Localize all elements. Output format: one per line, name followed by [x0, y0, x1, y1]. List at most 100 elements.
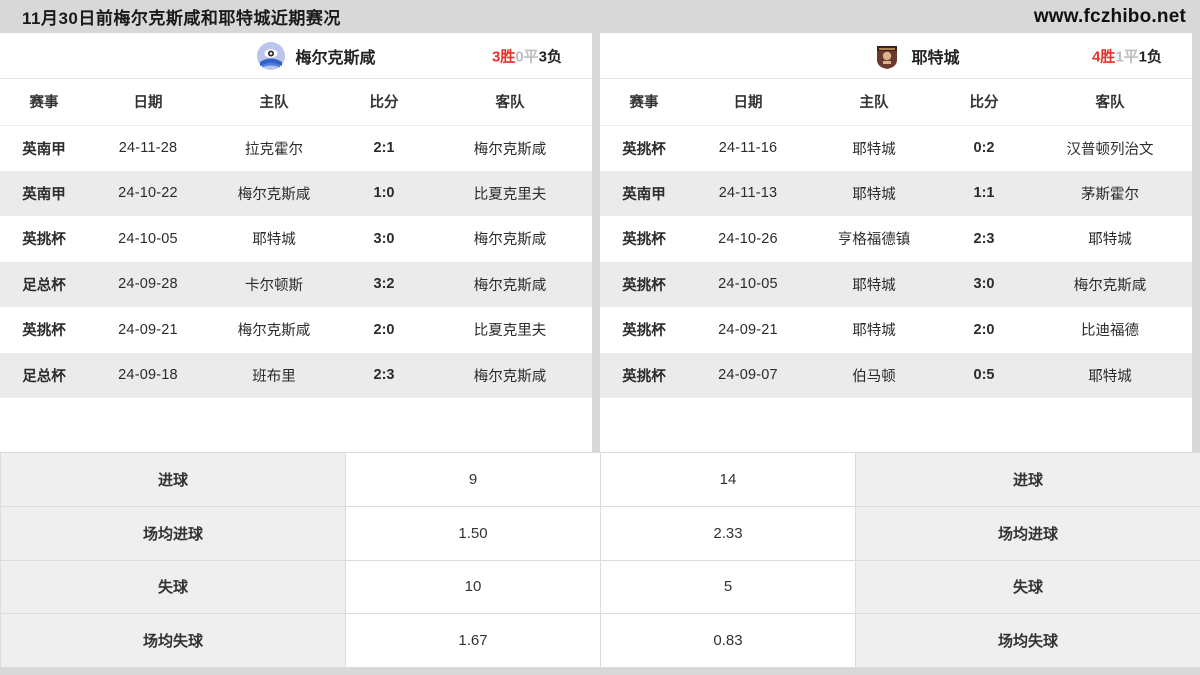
col-header-score: 比分 — [340, 79, 428, 126]
site-watermark: www.fczhibo.net — [1033, 5, 1186, 27]
row-competition: 英南甲 — [600, 170, 688, 216]
row-away-team: 梅尔克斯咸 — [428, 125, 592, 171]
col-header-date: 日期 — [88, 79, 208, 126]
row-home-team: 梅尔克斯咸 — [208, 307, 340, 353]
stats-row: 进球 9 14 进球 — [0, 452, 1200, 507]
table-row[interactable]: 英挑杯 24-11-16 耶特城 0:2 汉普顿列治文 — [600, 125, 1192, 171]
row-away-team: 耶特城 — [1028, 216, 1192, 262]
stat-label-left: 失球 — [0, 559, 346, 615]
left-record-wins: 3胜 — [491, 48, 516, 65]
row-competition: 英挑杯 — [600, 216, 688, 262]
row-date: 24-11-28 — [88, 125, 208, 171]
col-header-home: 主队 — [208, 79, 340, 126]
stat-value-left: 1.67 — [345, 613, 601, 668]
row-competition: 英挑杯 — [600, 352, 688, 398]
row-date: 24-09-21 — [688, 307, 808, 353]
row-away-team: 耶特城 — [1028, 352, 1192, 398]
row-date: 24-10-22 — [88, 170, 208, 216]
right-matches-table: 赛事 日期 主队 比分 客队 英挑杯 24-11-16 耶特城 0:2 汉普顿列… — [600, 79, 1192, 398]
right-matches-body: 英挑杯 24-11-16 耶特城 0:2 汉普顿列治文 英南甲 24-11-13… — [600, 125, 1192, 398]
row-competition: 足总杯 — [0, 261, 88, 307]
row-home-team: 梅尔克斯咸 — [208, 170, 340, 216]
stat-value-right: 2.33 — [600, 505, 856, 561]
col-header-competition: 赛事 — [0, 79, 88, 126]
table-row[interactable]: 英南甲 24-11-28 拉克霍尔 2:1 梅尔克斯咸 — [0, 125, 592, 171]
table-row[interactable]: 英挑杯 24-09-21 耶特城 2:0 比迪福德 — [600, 307, 1192, 353]
right-table-header-row: 赛事 日期 主队 比分 客队 — [600, 79, 1192, 126]
stat-value-right: 14 — [600, 452, 856, 507]
left-team-identity: 梅尔克斯咸 — [216, 41, 376, 71]
table-row[interactable]: 英南甲 24-10-22 梅尔克斯咸 1:0 比夏克里夫 — [0, 170, 592, 216]
row-away-team: 梅尔克斯咸 — [428, 261, 592, 307]
row-home-team: 卡尔顿斯 — [208, 261, 340, 307]
row-away-team: 梅尔克斯咸 — [428, 352, 592, 398]
left-team-header: 梅尔克斯咸 3胜0平3负 — [0, 33, 592, 79]
right-record-losses: 1负 — [1138, 48, 1162, 65]
stat-label-right: 失球 — [855, 559, 1200, 615]
row-home-team: 亨格福德镇 — [808, 216, 940, 262]
row-score: 3:0 — [340, 216, 428, 262]
row-date: 24-09-18 — [88, 352, 208, 398]
page-root: 11月30日前梅尔克斯咸和耶特城近期赛况 www.fczhibo.net 梅尔克… — [0, 0, 1200, 675]
row-competition: 英南甲 — [0, 125, 88, 171]
stats-row: 场均失球 1.67 0.83 场均失球 — [0, 613, 1200, 668]
row-competition: 英南甲 — [0, 170, 88, 216]
stat-value-right: 0.83 — [600, 613, 856, 668]
left-table-header-row: 赛事 日期 主队 比分 客队 — [0, 79, 592, 126]
table-row[interactable]: 英挑杯 24-10-05 耶特城 3:0 梅尔克斯咸 — [0, 216, 592, 262]
row-score: 3:0 — [940, 261, 1028, 307]
stat-label-right: 进球 — [855, 452, 1200, 507]
col-header-away: 客队 — [428, 79, 592, 126]
row-away-team: 比夏克里夫 — [428, 307, 592, 353]
row-away-team: 比夏克里夫 — [428, 170, 592, 216]
team-panels: 梅尔克斯咸 3胜0平3负 赛事 日期 主队 比分 客队 英南甲 24-11-28… — [0, 33, 1200, 452]
row-competition: 英挑杯 — [600, 125, 688, 171]
row-home-team: 耶特城 — [808, 307, 940, 353]
row-date: 24-09-28 — [88, 261, 208, 307]
left-matches-table: 赛事 日期 主队 比分 客队 英南甲 24-11-28 拉克霍尔 2:1 梅尔克… — [0, 79, 592, 398]
row-score: 2:3 — [940, 216, 1028, 262]
table-row[interactable]: 英挑杯 24-09-07 伯马顿 0:5 耶特城 — [600, 352, 1192, 398]
row-date: 24-10-05 — [88, 216, 208, 262]
table-row[interactable]: 英挑杯 24-10-26 亨格福德镇 2:3 耶特城 — [600, 216, 1192, 262]
row-score: 2:3 — [340, 352, 428, 398]
right-team-name: 耶特城 — [911, 49, 960, 67]
row-date: 24-11-16 — [688, 125, 808, 171]
row-away-team: 比迪福德 — [1028, 307, 1192, 353]
stats-row: 场均进球 1.50 2.33 场均进球 — [0, 505, 1200, 561]
row-score: 3:2 — [340, 261, 428, 307]
col-header-competition: 赛事 — [600, 79, 688, 126]
row-score: 2:0 — [340, 307, 428, 353]
row-home-team: 耶特城 — [208, 216, 340, 262]
team-crest-icon — [256, 41, 286, 71]
right-team-identity: 耶特城 — [832, 41, 960, 71]
table-row[interactable]: 足总杯 24-09-18 班布里 2:3 梅尔克斯咸 — [0, 352, 592, 398]
left-record-losses: 3负 — [538, 48, 562, 65]
row-score: 1:1 — [940, 170, 1028, 216]
left-matches-body: 英南甲 24-11-28 拉克霍尔 2:1 梅尔克斯咸 英南甲 24-10-22… — [0, 125, 592, 398]
table-row[interactable]: 英挑杯 24-10-05 耶特城 3:0 梅尔克斯咸 — [600, 261, 1192, 307]
row-away-team: 汉普顿列治文 — [1028, 125, 1192, 171]
left-team-panel: 梅尔克斯咸 3胜0平3负 赛事 日期 主队 比分 客队 英南甲 24-11-28… — [0, 33, 592, 452]
row-competition: 英挑杯 — [600, 307, 688, 353]
table-row[interactable]: 足总杯 24-09-28 卡尔顿斯 3:2 梅尔克斯咸 — [0, 261, 592, 307]
col-header-away: 客队 — [1028, 79, 1192, 126]
row-competition: 足总杯 — [0, 352, 88, 398]
right-team-panel: 耶特城 4胜1平1负 赛事 日期 主队 比分 客队 英挑杯 24-11-16 耶… — [600, 33, 1192, 452]
row-competition: 英挑杯 — [0, 307, 88, 353]
stats-row: 失球 10 5 失球 — [0, 559, 1200, 615]
table-row[interactable]: 英挑杯 24-09-21 梅尔克斯咸 2:0 比夏克里夫 — [0, 307, 592, 353]
row-home-team: 伯马顿 — [808, 352, 940, 398]
left-record-draws: 0平 — [515, 48, 539, 65]
stat-value-left: 10 — [345, 559, 601, 615]
col-header-date: 日期 — [688, 79, 808, 126]
row-date: 24-11-13 — [688, 170, 808, 216]
panel-divider — [592, 33, 600, 452]
table-row[interactable]: 英南甲 24-11-13 耶特城 1:1 茅斯霍尔 — [600, 170, 1192, 216]
stat-label-right: 场均进球 — [855, 505, 1200, 561]
col-header-score: 比分 — [940, 79, 1028, 126]
row-score: 1:0 — [340, 170, 428, 216]
right-record-draws: 1平 — [1115, 48, 1139, 65]
row-away-team: 梅尔克斯咸 — [1028, 261, 1192, 307]
row-date: 24-09-21 — [88, 307, 208, 353]
